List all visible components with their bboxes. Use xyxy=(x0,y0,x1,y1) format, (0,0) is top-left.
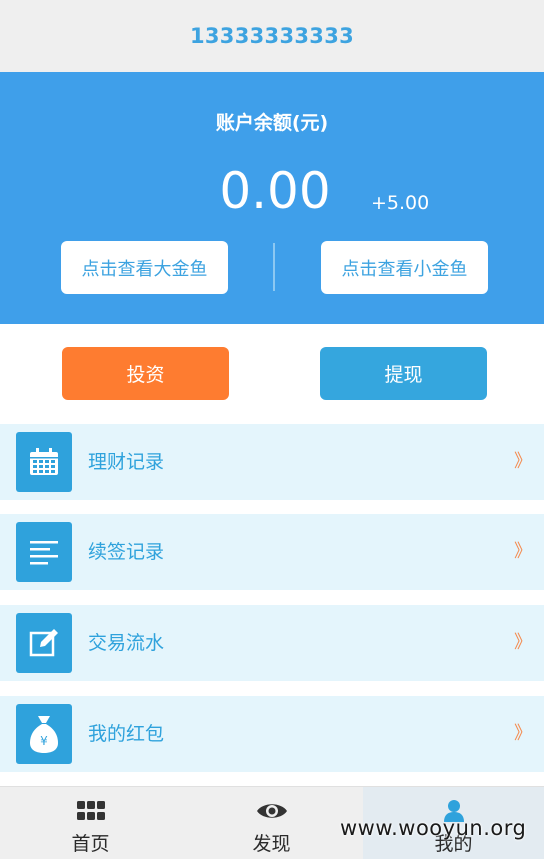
balance-label: 账户余额(元) xyxy=(215,112,329,134)
chevron-right-icon: 》 xyxy=(514,632,532,653)
menu-item-label: 交易流水 xyxy=(88,632,165,654)
watermark-text: www.wooyun.org xyxy=(340,816,527,840)
menu-item-label: 理财记录 xyxy=(88,451,165,473)
balance-panel: 账户余额(元) 0.00 +5.00 点击查看大金鱼 点击查看小金鱼 xyxy=(0,72,544,324)
menu-item-my-red-packets[interactable]: ¥ 我的红包 》 xyxy=(0,696,544,772)
eye-icon xyxy=(181,799,362,823)
tab-label: 发现 xyxy=(252,833,291,855)
menu-item-label: 我的红包 xyxy=(88,723,165,745)
menu-item-transaction-history[interactable]: 交易流水 》 xyxy=(0,605,544,681)
menu-item-renewal-records[interactable]: 续签记录 》 xyxy=(0,514,544,590)
tab-label: 首页 xyxy=(71,833,110,855)
account-phone: 13333333333 xyxy=(189,24,355,48)
balance-value: 0.00 xyxy=(219,162,331,220)
header-bar: 13333333333 xyxy=(0,0,544,72)
view-small-goldfish-button[interactable]: 点击查看小金鱼 xyxy=(321,241,488,294)
chevron-right-icon: 》 xyxy=(514,451,532,472)
money-bag-icon: ¥ xyxy=(16,704,72,764)
menu-item-label: 续签记录 xyxy=(88,541,165,563)
balance-delta: +5.00 xyxy=(371,192,430,214)
grid-icon xyxy=(0,799,181,823)
chevron-right-icon: 》 xyxy=(514,541,532,562)
tab-home[interactable]: 首页 xyxy=(0,787,181,859)
account-page: 13333333333 账户余额(元) 0.00 +5.00 点击查看大金鱼 点… xyxy=(0,0,544,859)
tab-discover[interactable]: 发现 xyxy=(181,787,362,859)
menu-item-investment-records[interactable]: 理财记录 》 xyxy=(0,424,544,500)
chevron-right-icon: 》 xyxy=(514,723,532,744)
withdraw-button[interactable]: 提现 xyxy=(320,347,487,400)
invest-button[interactable]: 投资 xyxy=(62,347,229,400)
edit-icon xyxy=(16,613,72,673)
view-big-goldfish-button[interactable]: 点击查看大金鱼 xyxy=(61,241,228,294)
panel-divider xyxy=(273,243,275,291)
calendar-icon xyxy=(16,432,72,492)
list-lines-icon xyxy=(16,522,72,582)
svg-text:¥: ¥ xyxy=(40,734,48,748)
